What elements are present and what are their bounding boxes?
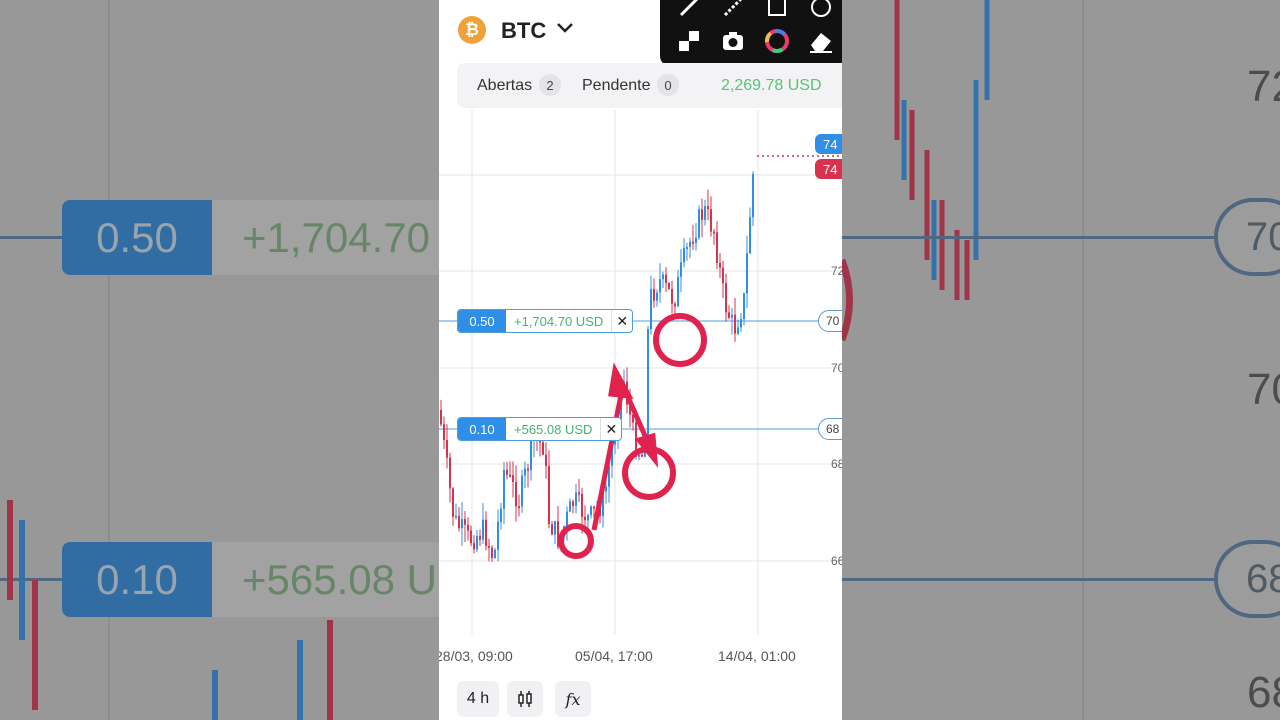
- chevron-down-icon[interactable]: [554, 16, 576, 38]
- bid-price-tag: 74: [815, 159, 842, 179]
- order-pnl: +565.08 USD: [514, 421, 593, 437]
- color-wheel-icon[interactable]: [764, 28, 790, 54]
- price-chart[interactable]: [439, 0, 842, 720]
- fx-icon[interactable]: fx: [555, 681, 591, 717]
- positions-tabs: Abertas 2 Pendente 0 2,269.78 USD: [457, 63, 842, 108]
- y-axis-label: 70: [831, 361, 842, 375]
- ask-price-tag: 74: [815, 134, 842, 154]
- abertas-count-badge: 2: [539, 74, 561, 96]
- background-right: 70 68 72 70 68: [842, 0, 1280, 720]
- eraser-icon[interactable]: [808, 28, 834, 54]
- rectangle-icon[interactable]: [764, 0, 790, 20]
- tab-pendente[interactable]: Pendente: [582, 77, 651, 95]
- background-left: 0.50 +1,704.70 0.10 +565.08 U: [0, 0, 439, 720]
- drawing-toolbar: [660, 0, 842, 66]
- balance-value: 2,269.78 USD: [721, 77, 822, 94]
- magic-brush-icon[interactable]: [720, 0, 746, 20]
- close-icon[interactable]: ✕: [600, 418, 621, 440]
- brush-icon[interactable]: [676, 0, 702, 20]
- x-axis-label: 14/04, 01:00: [718, 648, 796, 664]
- trading-screen: ₿ BTC Abertas 2 Pendente 0 2,269.78 USD …: [439, 0, 842, 720]
- camera-icon[interactable]: [720, 28, 746, 54]
- tab-abertas[interactable]: Abertas: [477, 77, 532, 95]
- order-axis-tag-2: 68: [818, 418, 842, 440]
- y-axis-label: 68: [831, 457, 842, 471]
- timeframe-button[interactable]: 4 h: [457, 681, 499, 717]
- bitcoin-icon: ₿: [458, 16, 486, 44]
- order-pnl: +1,704.70 USD: [514, 313, 604, 329]
- order-label-1[interactable]: 0.50 +1,704.70 USD ✕: [458, 310, 633, 332]
- x-axis-label: 05/04, 17:00: [575, 648, 653, 664]
- circle-icon[interactable]: [808, 0, 834, 20]
- order-axis-tag-1: 70: [818, 310, 842, 332]
- asset-symbol[interactable]: BTC: [501, 18, 546, 44]
- close-icon[interactable]: ✕: [611, 310, 632, 332]
- x-axis-label: 28/03, 09:00: [439, 648, 513, 664]
- y-axis-label: 72: [831, 264, 842, 278]
- y-axis-label: 66: [831, 554, 842, 568]
- order-label-2[interactable]: 0.10 +565.08 USD ✕: [458, 418, 622, 440]
- order-qty: 0.10: [458, 418, 506, 440]
- order-qty: 0.50: [458, 310, 506, 332]
- pendente-count-badge: 0: [657, 74, 679, 96]
- checker-icon[interactable]: [676, 28, 702, 54]
- candlestick-icon[interactable]: [507, 681, 543, 717]
